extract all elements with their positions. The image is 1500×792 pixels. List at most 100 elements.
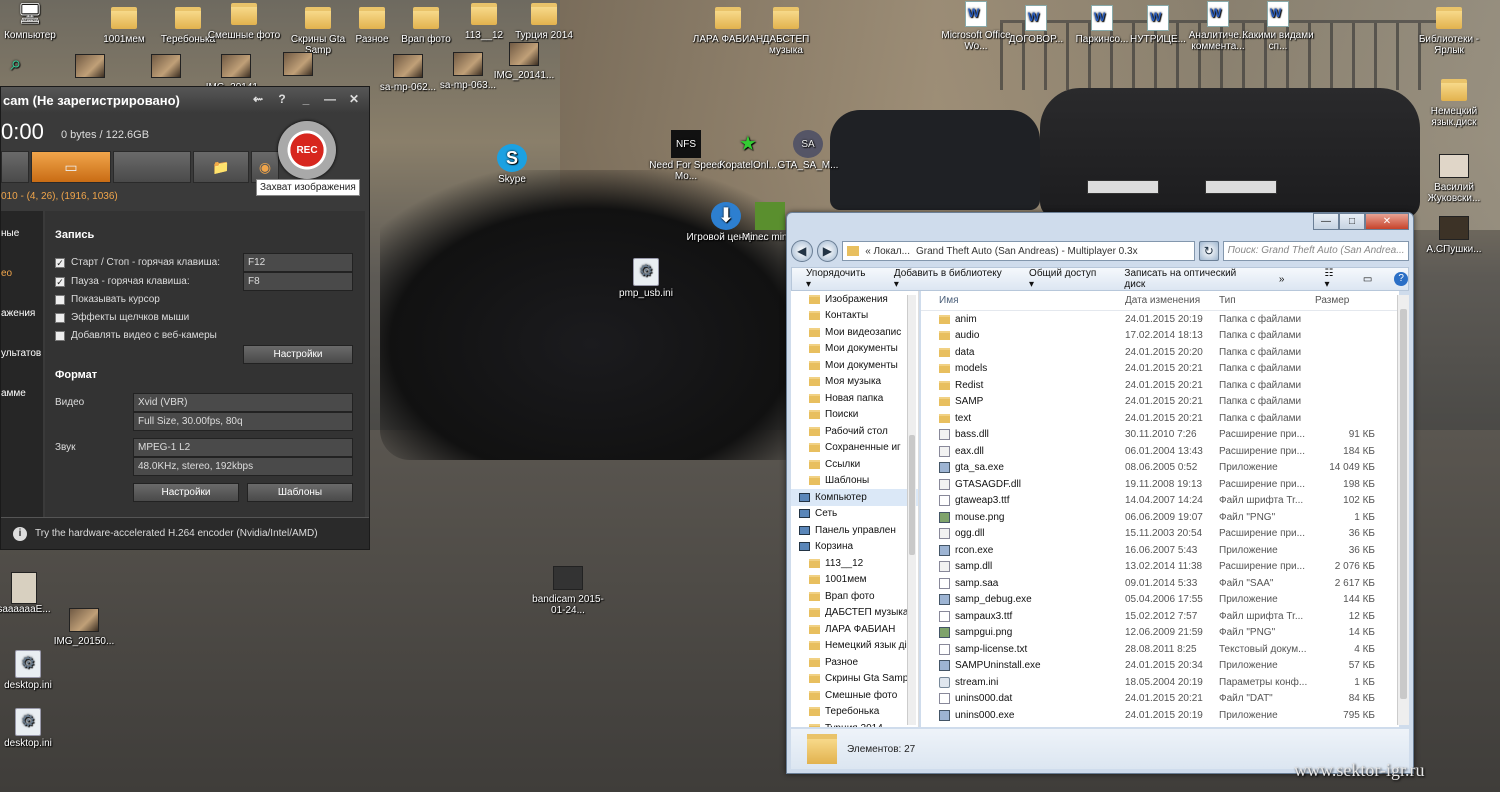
file-row[interactable]: text 24.01.2015 20:21 Папка с файлами xyxy=(921,410,1399,427)
file-row[interactable]: ogg.dll 15.11.2003 20:54 Расширение при...… xyxy=(921,526,1399,543)
desktop-thumb[interactable] xyxy=(136,52,196,82)
video-params-field[interactable]: Full Size, 30.00fps, 80q xyxy=(133,412,353,431)
tree-item[interactable]: Теребонька xyxy=(791,704,918,721)
tree-item[interactable]: 1001мем xyxy=(791,572,918,589)
file-row[interactable]: gtaweap3.ttf 14.04.2007 14:24 Файл шрифта … xyxy=(921,493,1399,510)
maximize-button[interactable]: □ xyxy=(1339,213,1365,230)
file-row[interactable]: data 24.01.2015 20:20 Папка с файлами xyxy=(921,344,1399,361)
file-row[interactable]: bass.dll 30.11.2010 7:26 Расширение при...… xyxy=(921,427,1399,444)
desktop-icon-doc[interactable]: А.СПушки... xyxy=(1414,214,1494,255)
help-button[interactable]: ? xyxy=(1394,272,1408,286)
open-folder-button[interactable]: 📁 xyxy=(193,151,249,183)
column-header-name[interactable]: Имя xyxy=(921,295,1125,306)
tree-item[interactable]: Скрины Gta Samp xyxy=(791,671,918,688)
organize-menu[interactable]: Упорядочить ▾ xyxy=(806,268,872,290)
address-bar[interactable]: « Локал... Grand Theft Auto (San Andreas… xyxy=(842,241,1196,261)
pause-hotkey-field[interactable]: F8 xyxy=(243,272,353,291)
desktop-icon-gta[interactable]: SA GTA_SA_M... xyxy=(768,130,848,171)
file-row[interactable]: eax.dll 06.01.2004 13:43 Расширение при...… xyxy=(921,443,1399,460)
mode-button[interactable] xyxy=(1,151,29,183)
file-row[interactable]: samp.saa 09.01.2014 5:33 Файл "SAA" 2 617 К… xyxy=(921,575,1399,592)
desktop-icon-word-doc[interactable]: Какими видами сп... xyxy=(1238,0,1318,52)
file-row[interactable]: samp_debug.exe 05.04.2006 17:55 Приложение… xyxy=(921,592,1399,609)
tree-item[interactable]: Панель управлен xyxy=(791,522,918,539)
add-to-library-menu[interactable]: Добавить в библиотеку ▾ xyxy=(894,268,1007,290)
show-cursor-checkbox[interactable]: Показывать курсор xyxy=(55,294,160,305)
record-settings-button[interactable]: Настройки xyxy=(243,345,353,364)
column-header-type[interactable]: Тип xyxy=(1219,295,1315,306)
fullscreen-mode-button[interactable] xyxy=(113,151,191,183)
desktop-icon-libraries[interactable]: Библиотеки - Ярлык xyxy=(1409,4,1489,56)
desktop-icon-bandicam-shot[interactable]: bandicam 2015-01-24... xyxy=(528,564,608,616)
tree-item[interactable]: Смешные фото xyxy=(791,687,918,704)
sidebar-item-video[interactable]: ео xyxy=(1,251,43,291)
file-row[interactable]: unins000.dat 24.01.2015 20:21 Файл "DAT" 84… xyxy=(921,691,1399,708)
desktop-icon-folder[interactable]: Немецкий язык.диск xyxy=(1414,76,1494,128)
file-row[interactable]: SAMPUninstall.exe 24.01.2015 20:34 Приложе… xyxy=(921,658,1399,675)
rec-button[interactable]: REC xyxy=(278,121,336,179)
tree-item[interactable]: Рабочий стол xyxy=(791,423,918,440)
view-options-button[interactable]: ☷ ▾ xyxy=(1324,268,1340,290)
tree-item[interactable]: Моя музыка xyxy=(791,374,918,391)
desktop-icon-computer[interactable]: 🖥 Компьютер xyxy=(0,0,70,42)
desktop-icon-folder[interactable]: Турция 2014 xyxy=(504,0,584,41)
help-button[interactable]: ? xyxy=(271,91,293,107)
desktop-icon-ini[interactable]: ⚙ desktop.ini xyxy=(0,708,68,749)
audio-params-field[interactable]: 48.0KHz, stereo, 192kbps xyxy=(133,457,353,476)
more-commands-button[interactable]: » xyxy=(1279,274,1285,285)
burn-button[interactable]: Записать на оптический диск xyxy=(1124,268,1256,290)
desktop-thumb[interactable] xyxy=(268,50,328,80)
share-menu[interactable]: Общий доступ ▾ xyxy=(1029,268,1102,290)
tree-item[interactable]: Шаблоны xyxy=(791,473,918,490)
file-row[interactable]: anim 24.01.2015 20:19 Папка с файлами xyxy=(921,311,1399,328)
start-stop-hotkey-checkbox[interactable]: ✓ Старт / Стоп - горячая клавиша: xyxy=(55,257,220,268)
preview-pane-button[interactable]: ▭ xyxy=(1363,274,1372,285)
desktop-thumb[interactable] xyxy=(60,52,120,82)
file-row[interactable]: audio 17.02.2014 18:13 Папка с файлами xyxy=(921,328,1399,345)
file-row[interactable]: rcon.exe 16.06.2007 5:43 Приложение 36 КБ xyxy=(921,542,1399,559)
bandicam-titlebar[interactable]: cam (Не зарегистрировано) ⇜ ? _ — ✕ xyxy=(1,87,369,113)
file-row[interactable]: gta_sa.exe 08.06.2005 0:52 Приложение 14 04… xyxy=(921,460,1399,477)
scroll-thumb[interactable] xyxy=(909,435,915,555)
tree-item[interactable]: Немецкий язык ді xyxy=(791,638,918,655)
sidebar-item-results[interactable]: ультатов xyxy=(1,331,43,371)
list-scrollbar[interactable] xyxy=(1397,295,1409,725)
forward-button[interactable]: ▶ xyxy=(816,240,839,262)
file-row[interactable]: sampgui.png 12.06.2009 21:59 Файл "PNG" 14 … xyxy=(921,625,1399,642)
file-row[interactable]: models 24.01.2015 20:21 Папка с файлами xyxy=(921,361,1399,378)
close-button[interactable]: ✕ xyxy=(1365,213,1409,230)
refresh-button[interactable]: ↻ xyxy=(1199,241,1219,261)
desktop-thumb[interactable]: IMG_20141... xyxy=(484,40,564,81)
tree-item[interactable]: Изображения xyxy=(791,291,918,308)
desktop-icon-photo[interactable]: IMG_20150... xyxy=(44,606,124,647)
audio-codec-field[interactable]: MPEG-1 L2 xyxy=(133,438,353,457)
desktop-icon-ini[interactable]: ⚙ desktop.ini xyxy=(0,650,68,691)
file-row[interactable]: stream.ini 18.05.2004 20:19 Параметры конф… xyxy=(921,674,1399,691)
webcam-overlay-checkbox[interactable]: Добавлять видео с веб-камеры xyxy=(55,330,217,341)
start-stop-hotkey-field[interactable]: F12 xyxy=(243,253,353,272)
tree-item[interactable]: Сохраненные иг xyxy=(791,440,918,457)
file-row[interactable]: mouse.png 06.06.2009 19:07 Файл "PNG" 1 КБ xyxy=(921,509,1399,526)
rectangle-mode-button[interactable]: ▭ xyxy=(31,151,111,183)
pin-button[interactable]: ⇜ xyxy=(247,91,269,107)
file-row[interactable]: GTASAGDF.dll 19.11.2008 19:13 Расширение п… xyxy=(921,476,1399,493)
desktop-icon-folder[interactable]: Смешные фото xyxy=(204,0,284,41)
tree-item[interactable]: ДАБСТЕП музыка xyxy=(791,605,918,622)
tree-item[interactable]: Мои видеозапис xyxy=(791,324,918,341)
tree-item[interactable]: Мои документы xyxy=(791,357,918,374)
mouse-click-effects-checkbox[interactable]: Эффекты щелчков мыши xyxy=(55,312,189,323)
file-row[interactable]: samp-license.txt 28.08.2011 8:25 Текстовый… xyxy=(921,641,1399,658)
scroll-thumb[interactable] xyxy=(1400,309,1407,699)
minimize-button[interactable]: — xyxy=(1313,213,1339,230)
desktop-icon-folder[interactable]: ДАБСТЕП музыка xyxy=(746,4,826,56)
file-row[interactable]: SAMP 24.01.2015 20:21 Папка с файлами xyxy=(921,394,1399,411)
desktop-icon-skype[interactable]: S Skype xyxy=(472,144,552,185)
sidebar-item-about[interactable]: амме xyxy=(1,371,43,411)
column-header-size[interactable]: Размер xyxy=(1315,295,1375,306)
tree-item[interactable]: Мои документы xyxy=(791,341,918,358)
back-button[interactable]: ◀ xyxy=(791,240,813,262)
sidebar-item-general[interactable]: ные xyxy=(1,211,43,251)
compact-button[interactable]: _ xyxy=(295,91,317,107)
desktop-icon-app[interactable]: ⌕ xyxy=(0,50,46,80)
sidebar-item-image[interactable]: ажения xyxy=(1,291,43,331)
